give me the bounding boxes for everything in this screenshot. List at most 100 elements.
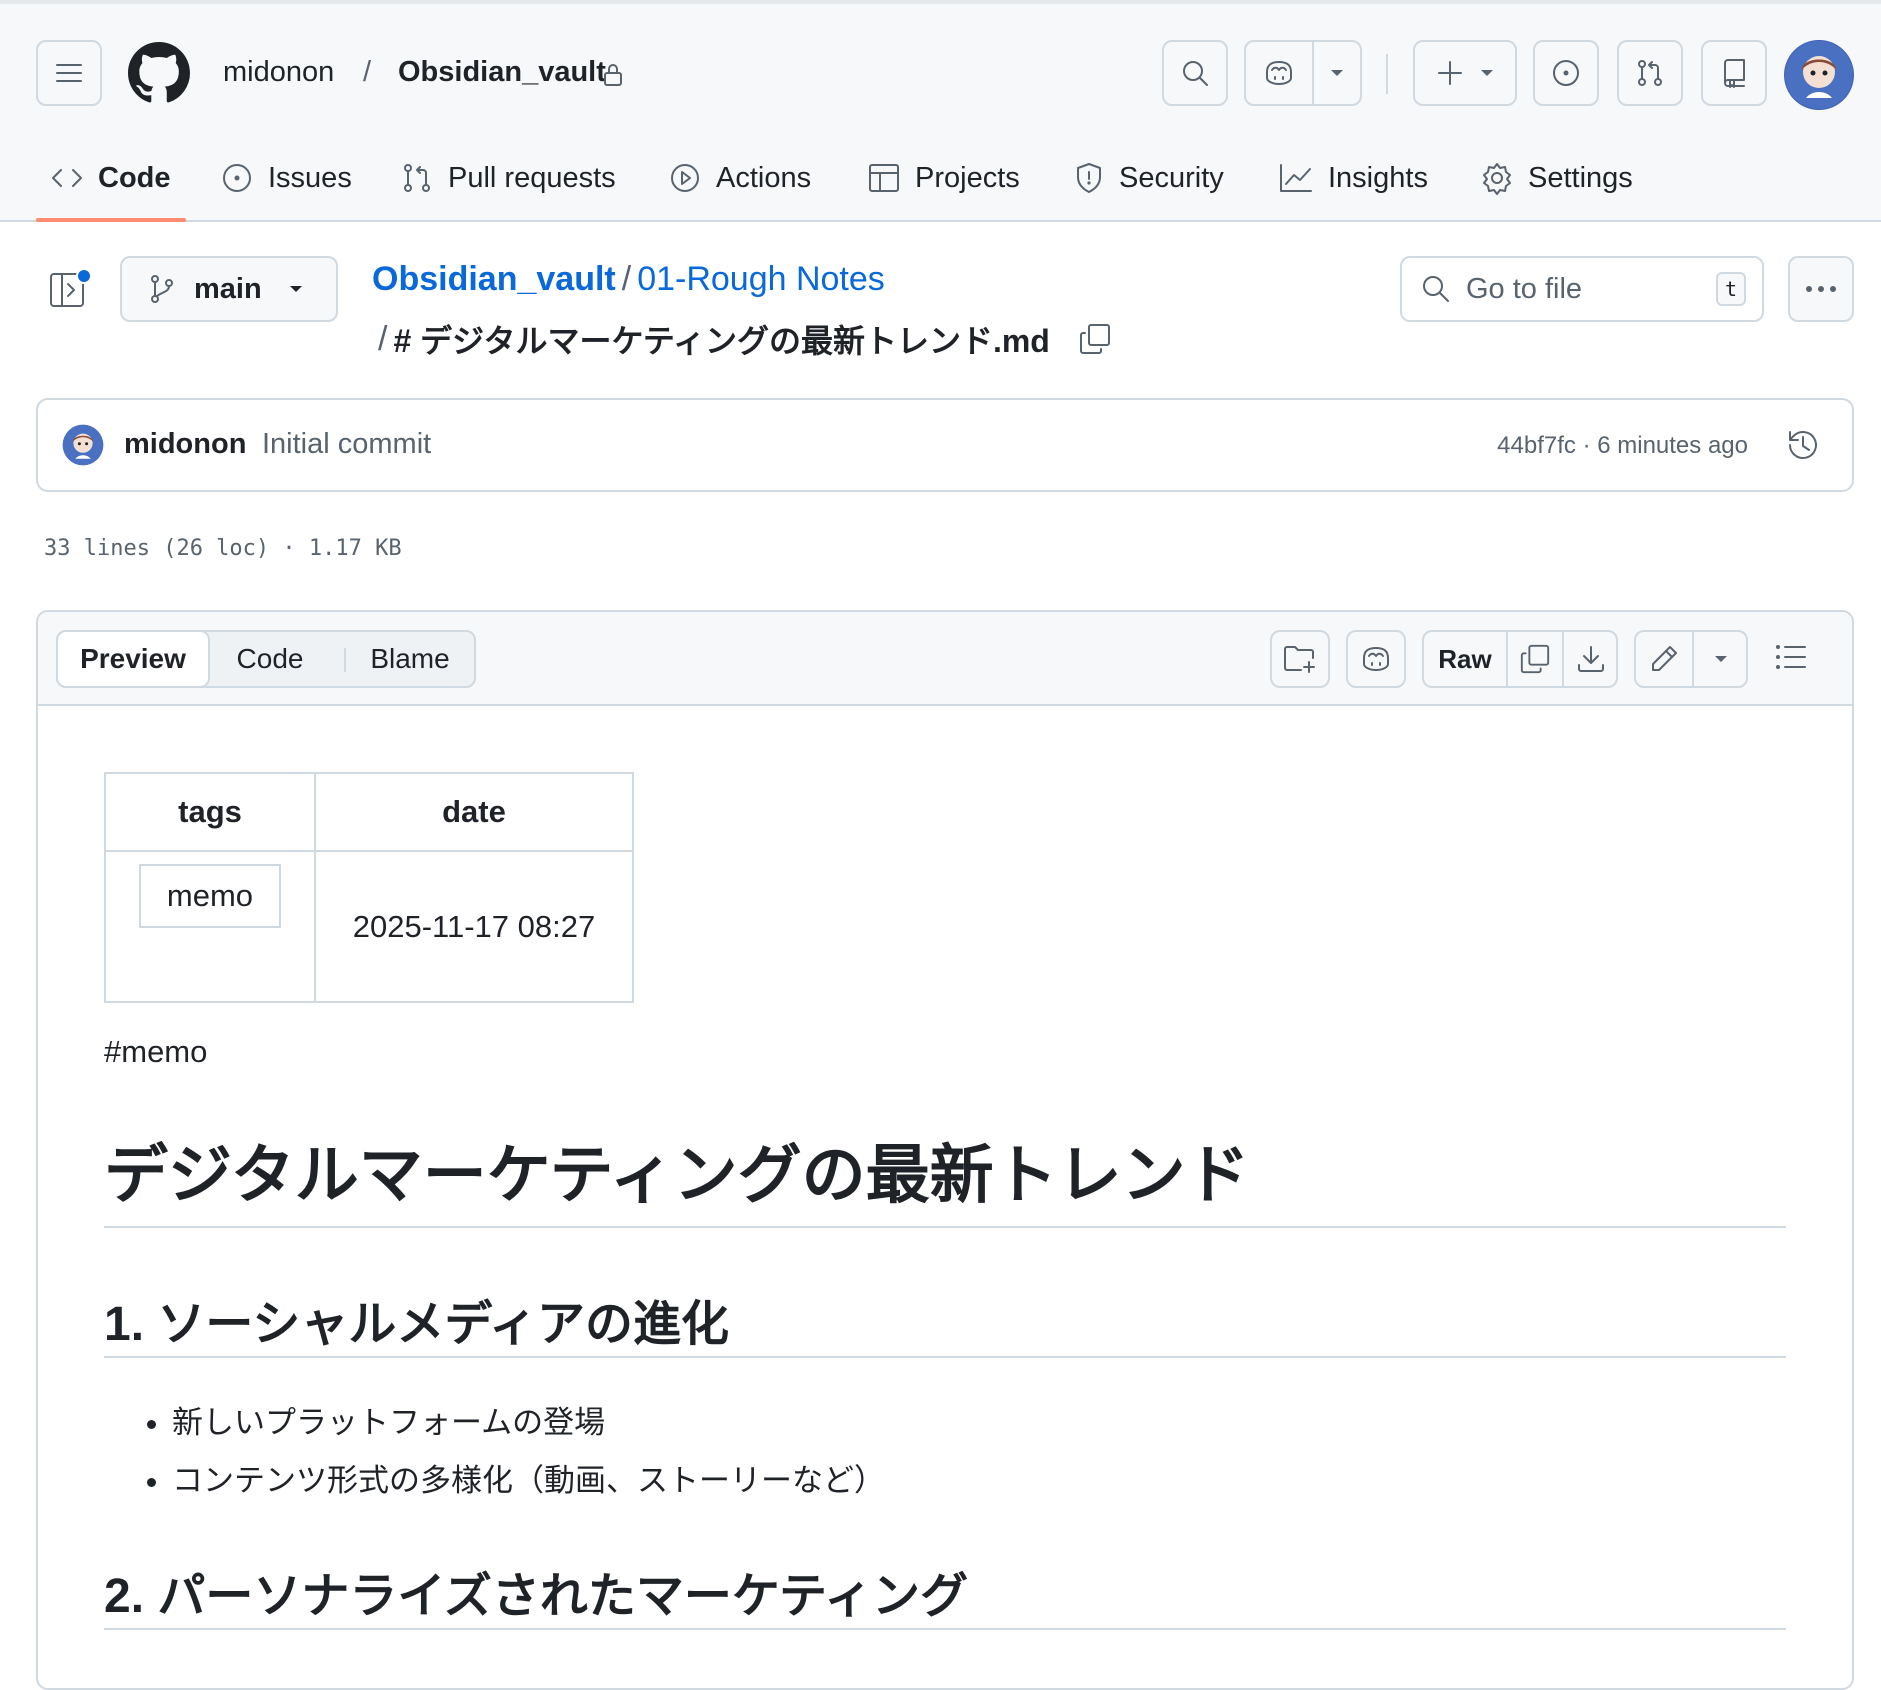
history-icon[interactable] bbox=[1784, 426, 1822, 464]
h1-divider bbox=[104, 1226, 1786, 1228]
plus-icon bbox=[1438, 61, 1462, 85]
section-heading-2: 2. パーソナライズされたマーケティング bbox=[104, 1570, 969, 1623]
chevron-down-icon[interactable] bbox=[1314, 68, 1360, 78]
more-options-button[interactable] bbox=[1788, 256, 1854, 322]
frontmatter-date-cell: 2025-11-17 08:27 bbox=[314, 850, 634, 1003]
breadcrumb: Obsidian_vault/01-Rough Notes bbox=[372, 260, 885, 299]
tab-insights[interactable]: Insights bbox=[1278, 156, 1428, 200]
branch-name: main bbox=[194, 272, 262, 305]
repo-icon bbox=[1724, 59, 1745, 88]
lock-icon bbox=[602, 62, 624, 88]
raw-copy-download-group: Raw bbox=[1422, 630, 1618, 688]
file-name: # デジタルマーケティングの最新トレンド.md bbox=[393, 323, 1050, 359]
git-branch-icon bbox=[151, 275, 173, 303]
tab-security[interactable]: Security bbox=[1073, 156, 1224, 200]
hashtag-text: #memo bbox=[104, 1034, 208, 1069]
tab-blame[interactable]: Blame bbox=[346, 632, 474, 686]
issue-opened-icon bbox=[223, 164, 251, 192]
tab-code-view[interactable]: Code bbox=[210, 632, 330, 686]
commit-sha-time[interactable]: 44bf7fc · 6 minutes ago bbox=[1497, 432, 1748, 460]
search-button[interactable] bbox=[1162, 40, 1228, 106]
sidebar-expand-icon bbox=[50, 268, 92, 307]
copy-path-icon[interactable] bbox=[1078, 322, 1112, 356]
hamburger-icon bbox=[56, 64, 82, 82]
copy-raw-button[interactable] bbox=[1508, 632, 1562, 686]
header-divider bbox=[1386, 54, 1388, 94]
tab-issues[interactable]: Issues bbox=[220, 156, 352, 200]
tab-actions[interactable]: Actions bbox=[668, 156, 811, 200]
breadcrumb-separator: / bbox=[621, 260, 632, 298]
tab-projects-label: Projects bbox=[915, 161, 1020, 194]
create-new-button[interactable] bbox=[1413, 40, 1517, 106]
play-icon bbox=[671, 164, 699, 192]
tab-code[interactable]: Code bbox=[50, 156, 171, 200]
list-item: コンテンツ形式の多様化（動画、ストーリーなど） bbox=[172, 1452, 885, 1510]
edit-options-dropdown[interactable] bbox=[1694, 632, 1748, 686]
symbols-panel-button[interactable] bbox=[1270, 630, 1330, 688]
breadcrumb-repo-link[interactable]: Obsidian_vault bbox=[372, 260, 616, 298]
branch-selector[interactable]: main bbox=[120, 256, 338, 322]
repo-name-link[interactable]: Obsidian_vault bbox=[398, 56, 606, 89]
menu-button[interactable] bbox=[36, 40, 102, 106]
active-tab-indicator bbox=[36, 218, 186, 222]
tab-code-label: Code bbox=[98, 161, 171, 194]
h2-divider bbox=[104, 1628, 1786, 1630]
breadcrumb-folder-link[interactable]: 01-Rough Notes bbox=[637, 260, 885, 298]
list-item: 新しいプラットフォームの登場 bbox=[172, 1394, 885, 1452]
sidepanel-toggle-button[interactable] bbox=[48, 268, 92, 310]
list-unordered-icon bbox=[1776, 645, 1806, 669]
repo-path-separator: / bbox=[363, 56, 372, 88]
edit-file-group bbox=[1634, 630, 1748, 688]
file-meta: 33 lines (26 loc) · 1.17 KB bbox=[44, 536, 402, 561]
tag-memo: memo bbox=[138, 864, 282, 928]
copilot-icon[interactable] bbox=[1246, 58, 1312, 88]
user-avatar[interactable] bbox=[1784, 40, 1854, 110]
kebab-horizontal-icon bbox=[1806, 286, 1836, 292]
go-to-file-placeholder: Go to file bbox=[1466, 272, 1583, 305]
tab-pull-requests[interactable]: Pull requests bbox=[400, 156, 616, 200]
h2-divider bbox=[104, 1356, 1786, 1358]
go-to-file-input[interactable]: Go to file t bbox=[1400, 256, 1764, 322]
global-header: midonon / Obsidian_vault Code Issues Pul… bbox=[0, 0, 1881, 222]
repositories-button[interactable] bbox=[1701, 40, 1767, 106]
frontmatter-tags-cell: memo bbox=[104, 850, 316, 1003]
commit-author-avatar[interactable] bbox=[62, 424, 104, 466]
frontmatter-table: tags date memo 2025-11-17 08:27 bbox=[104, 772, 634, 1003]
pencil-icon bbox=[1652, 646, 1677, 671]
download-raw-button[interactable] bbox=[1564, 632, 1618, 686]
outline-button[interactable] bbox=[1774, 640, 1808, 674]
tab-pull-requests-label: Pull requests bbox=[448, 161, 616, 194]
table-icon bbox=[869, 164, 899, 192]
breadcrumb-file: / # デジタルマーケティングの最新トレンド.md bbox=[378, 316, 1112, 362]
copilot-ask-button[interactable] bbox=[1346, 630, 1406, 688]
tab-settings[interactable]: Settings bbox=[1480, 156, 1633, 200]
tab-projects[interactable]: Projects bbox=[867, 156, 1020, 200]
repo-owner-link[interactable]: midonon bbox=[223, 56, 334, 89]
file-viewer-toolbar: Preview Code Blame Raw bbox=[38, 612, 1852, 706]
latest-commit-box: midonon Initial commit 44bf7fc · 6 minut… bbox=[36, 398, 1854, 492]
tab-settings-label: Settings bbox=[1528, 161, 1633, 194]
issues-button[interactable] bbox=[1533, 40, 1599, 106]
github-logo-icon[interactable] bbox=[128, 42, 190, 104]
code-icon bbox=[52, 169, 82, 187]
tab-actions-label: Actions bbox=[716, 161, 812, 194]
tab-security-label: Security bbox=[1119, 161, 1224, 194]
search-icon bbox=[1423, 276, 1449, 302]
commit-author[interactable]: midonon bbox=[124, 428, 246, 461]
search-icon bbox=[1183, 61, 1208, 86]
view-mode-switcher: Preview Code Blame bbox=[56, 630, 476, 688]
pull-requests-button[interactable] bbox=[1617, 40, 1683, 106]
section-heading-1: 1. ソーシャルメディアの進化 bbox=[104, 1298, 730, 1351]
git-pull-request-icon bbox=[404, 164, 430, 192]
commit-message[interactable]: Initial commit bbox=[262, 428, 431, 461]
section1-list: 新しいプラットフォームの登場 コンテンツ形式の多様化（動画、ストーリーなど） bbox=[124, 1394, 885, 1510]
copy-icon bbox=[1520, 644, 1550, 674]
copilot-menu[interactable] bbox=[1244, 40, 1362, 106]
chevron-down-icon bbox=[1715, 656, 1727, 662]
copilot-icon bbox=[1363, 647, 1389, 671]
raw-button[interactable]: Raw bbox=[1424, 632, 1506, 686]
file-directory-sparkle-icon bbox=[1284, 646, 1315, 673]
graph-icon bbox=[1280, 164, 1312, 192]
tab-preview[interactable]: Preview bbox=[56, 630, 210, 688]
edit-file-button[interactable] bbox=[1636, 632, 1692, 686]
